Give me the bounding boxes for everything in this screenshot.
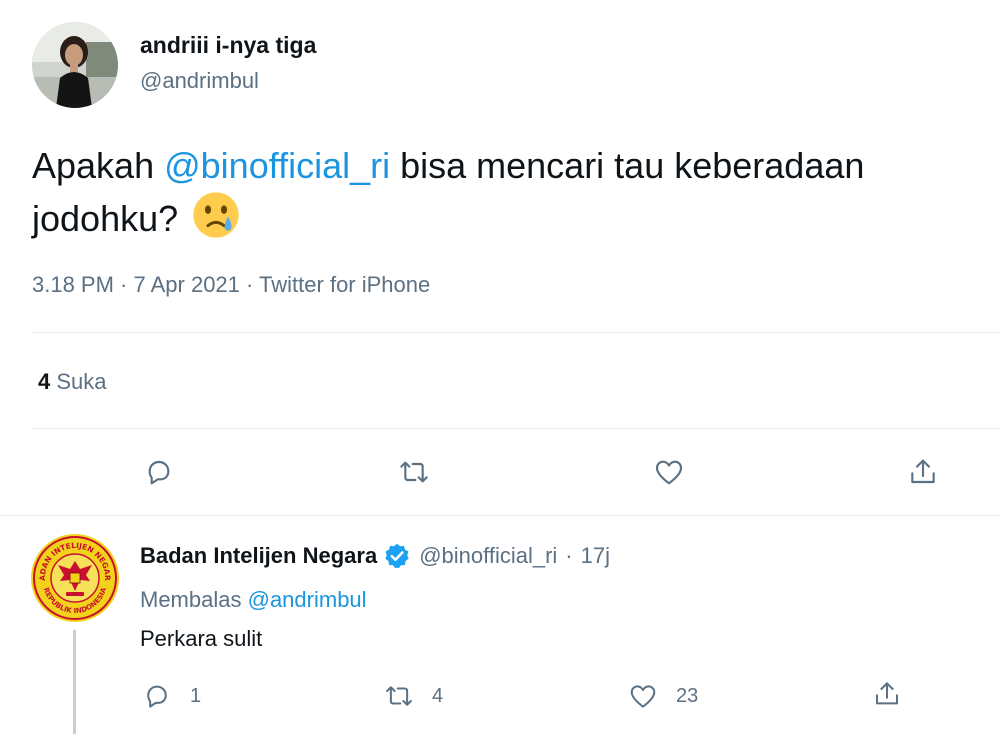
reply-count: 1 (190, 684, 202, 707)
like-count: 23 (676, 684, 699, 707)
like-icon (630, 685, 656, 708)
reply-button[interactable] (136, 449, 182, 495)
likes-label: Suka (56, 369, 107, 394)
share-icon (876, 682, 898, 705)
reply-icon (148, 460, 170, 485)
reply-icon (147, 685, 167, 708)
avatar-photo (32, 22, 118, 108)
reply-retweet-button[interactable]: 4 (384, 681, 443, 711)
share-icon (911, 459, 935, 484)
likes-summary[interactable]: 4 Suka (38, 369, 107, 395)
bin-logo-avatar[interactable]: BADAN INTELIJEN NEGARA REPUBLIK INDONESI… (30, 533, 120, 623)
divider (32, 332, 1000, 333)
thread-line (73, 630, 76, 734)
bin-emblem-icon: BADAN INTELIJEN NEGARA REPUBLIK INDONESI… (30, 533, 119, 622)
mention-link[interactable]: @binofficial_ri (164, 145, 390, 186)
author-name[interactable]: andriii i-nya tiga (140, 32, 316, 59)
reply-share-button[interactable] (872, 679, 902, 709)
reply-text: Perkara sulit (140, 626, 263, 651)
like-icon (655, 460, 683, 485)
reply-author-name[interactable]: Badan Intelijen Negara (140, 543, 377, 569)
reply-header: Badan Intelijen Negara @binofficial_ri ·… (140, 542, 610, 570)
replying-label: Membalas (140, 587, 242, 612)
author-avatar[interactable] (32, 22, 118, 108)
divider (0, 515, 1000, 516)
verified-badge-icon (385, 543, 409, 569)
crying-face-emoji (193, 192, 239, 238)
retweet-count: 4 (432, 684, 444, 707)
retweet-button[interactable] (391, 449, 437, 495)
tweet-text-start: Apakah (32, 145, 165, 186)
replying-to-link[interactable]: @andrimbul (248, 587, 367, 612)
reply-author-handle[interactable]: @binofficial_ri (419, 543, 557, 569)
retweet-icon (400, 461, 428, 483)
tweet-text: Apakah @binofficial_ri bisa mencari tau … (32, 140, 992, 244)
replying-to: Membalas @andrimbul (140, 587, 367, 613)
author-handle[interactable]: @andrimbul (140, 68, 259, 94)
reply-like-button[interactable]: 23 (628, 681, 698, 711)
like-button[interactable] (646, 449, 692, 495)
tweet-meta[interactable]: 3.18 PM · 7 Apr 2021 · Twitter for iPhon… (32, 272, 430, 298)
likes-count: 4 (38, 369, 51, 394)
reply-timestamp[interactable]: 17j (581, 543, 610, 569)
reply-reply-button[interactable]: 1 (142, 681, 201, 711)
retweet-icon (386, 686, 412, 706)
separator-dot: · (565, 543, 573, 568)
divider (32, 428, 1000, 429)
share-button[interactable] (900, 449, 946, 495)
